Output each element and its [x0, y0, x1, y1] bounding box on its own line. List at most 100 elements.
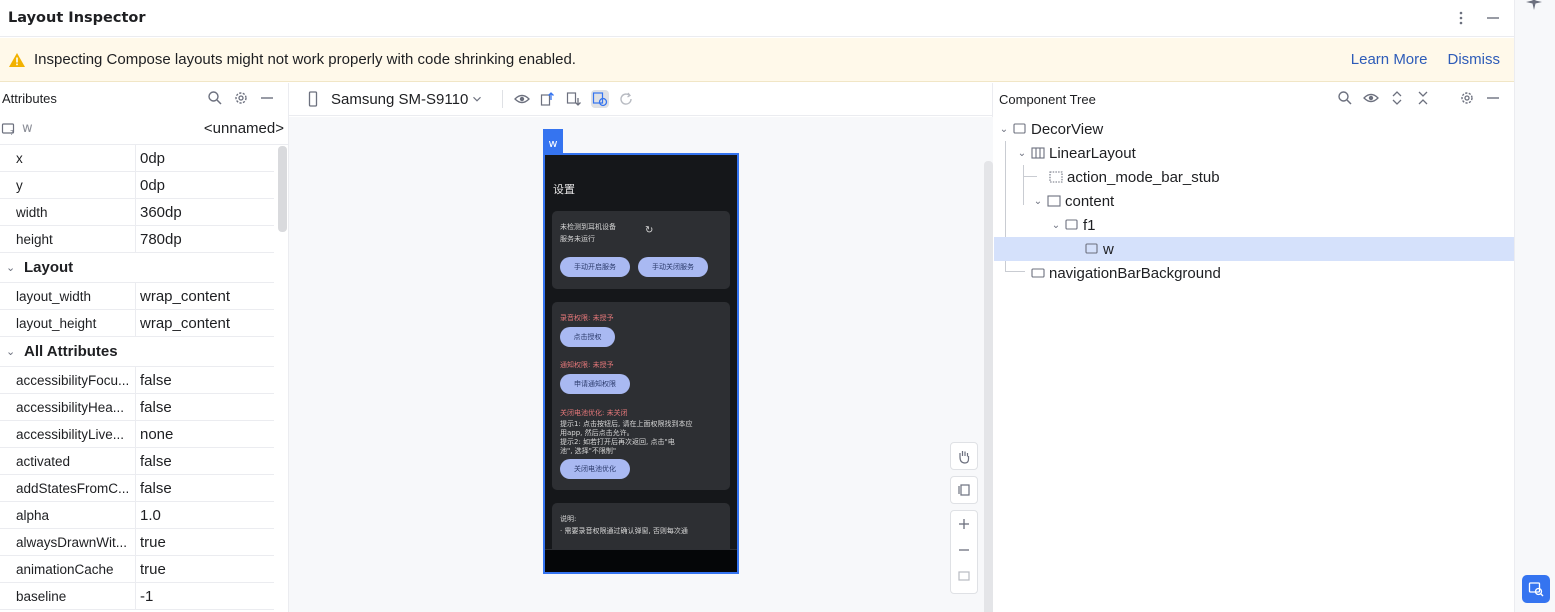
disable-battery-opt-button[interactable]: 关闭电池优化	[560, 459, 630, 479]
sparkle-icon[interactable]	[1526, 0, 1544, 12]
selected-view-name: w	[22, 121, 33, 136]
attr-row-layout-width[interactable]: layout_width wrap_content	[0, 283, 274, 310]
attributes-panel: Attributes ? w <unnamed> x 0dp y 0dp width…	[0, 83, 289, 612]
zoom-in-icon[interactable]	[951, 511, 977, 537]
refresh-icon[interactable]	[617, 90, 635, 108]
frame-layout-icon	[1046, 194, 1062, 208]
chevron-down-icon[interactable]: ⌄	[1016, 148, 1028, 159]
tree-node-content[interactable]: ⌄ content	[994, 189, 1514, 213]
attr-row[interactable]: accessibilityLive... none	[0, 421, 274, 448]
info-title: 说明:	[560, 515, 577, 523]
chevron-down-icon[interactable]: ⌄	[998, 124, 1010, 135]
right-tool-stripe	[1514, 0, 1555, 612]
window-title: Layout Inspector	[8, 10, 146, 26]
hand-icon[interactable]	[951, 443, 977, 469]
attr-row-width[interactable]: width 360dp	[0, 199, 274, 226]
grant-notify-button[interactable]: 申请通知权限	[560, 374, 630, 394]
phone-screen[interactable]: 设置 未检测到耳机设备 服务未运行 ↻ 手动开启服务 手动关闭服务 录音权限: …	[543, 153, 739, 574]
warning-icon	[9, 52, 25, 67]
headset-status: 未检测到耳机设备	[560, 223, 616, 231]
attributes-title: Attributes	[2, 90, 57, 106]
chevron-down-icon[interactable]	[470, 90, 484, 108]
search-icon[interactable]	[1336, 89, 1354, 107]
view-icon	[1030, 266, 1046, 280]
attr-row[interactable]: accessibilityHea... false	[0, 394, 274, 421]
eye-icon[interactable]	[1362, 89, 1380, 107]
view-icon	[1064, 218, 1080, 232]
toolbar-separator	[502, 90, 504, 108]
search-icon[interactable]	[206, 89, 224, 107]
load-snapshot-icon[interactable]	[565, 90, 583, 108]
tree-node-linearlayout[interactable]: ⌄ LinearLayout	[994, 141, 1514, 165]
device-selector[interactable]: Samsung SM-S9110	[331, 91, 468, 108]
selected-view-row: ? w <unnamed>	[0, 113, 288, 145]
export-snapshot-icon[interactable]	[539, 90, 557, 108]
fit-screen-icon[interactable]	[951, 563, 977, 589]
component-tree-panel: Component Tree ⌄ DecorView ⌄ LinearLayou…	[994, 83, 1514, 612]
zoom-controls	[950, 510, 978, 594]
collapse-all-icon[interactable]	[1414, 89, 1432, 107]
banner-message: Inspecting Compose layouts might not wor…	[34, 51, 576, 68]
gear-icon[interactable]	[232, 89, 250, 107]
eye-icon[interactable]	[513, 90, 531, 108]
expand-all-icon[interactable]	[1388, 89, 1406, 107]
live-updates-icon[interactable]	[591, 90, 610, 108]
attr-row[interactable]: accessibilityFocu... false	[0, 367, 274, 394]
app-content: 设置 未检测到耳机设备 服务未运行 ↻ 手动开启服务 手动关闭服务 录音权限: …	[545, 155, 737, 563]
toolbar-separator	[1440, 89, 1450, 107]
zoom-out-icon[interactable]	[951, 537, 977, 563]
layout-inspector-tool-icon[interactable]	[1522, 575, 1550, 603]
attr-row-layout-height[interactable]: layout_height wrap_content	[0, 310, 274, 337]
title-bar: Layout Inspector	[0, 0, 1514, 37]
minimize-icon[interactable]	[1484, 89, 1502, 107]
attr-row-height[interactable]: height 780dp	[0, 226, 274, 253]
attributes-list: x 0dp y 0dp width 360dp height 780dp ⌄ Layout…	[0, 145, 288, 610]
attr-row-y[interactable]: y 0dp	[0, 172, 274, 199]
notify-permission-status: 通知权限: 未授予	[560, 361, 614, 369]
stop-service-button[interactable]: 手动关闭服务	[638, 257, 708, 277]
attr-row[interactable]: activated false	[0, 448, 274, 475]
chevron-down-icon[interactable]: ⌄	[1032, 196, 1044, 207]
chevron-down-icon: ⌄	[6, 346, 16, 358]
linear-layout-icon	[1030, 146, 1046, 160]
device-view-panel: Samsung SM-S9110 w 设置 未检测到耳机设备 服务未运行 ↻ 手…	[289, 83, 993, 612]
minimize-icon[interactable]	[1484, 9, 1502, 27]
device-canvas[interactable]: w 设置 未检测到耳机设备 服务未运行 ↻ 手动开启服务 手动关闭服务 录音权限…	[289, 117, 993, 612]
view-icon: ?	[0, 120, 18, 138]
chevron-down-icon[interactable]: ⌄	[1050, 220, 1062, 231]
battery-opt-status: 关闭电池优化: 未关闭	[560, 409, 628, 417]
svg-text:?: ?	[10, 129, 14, 137]
tree-node-w[interactable]: w	[994, 237, 1514, 261]
start-service-button[interactable]: 手动开启服务	[560, 257, 630, 277]
info-line: · 需要录音权限通过确认弹窗, 否则每次通	[560, 527, 688, 535]
learn-more-link[interactable]: Learn More	[1351, 51, 1428, 68]
attributes-scrollbar[interactable]	[278, 146, 287, 232]
minimize-icon[interactable]	[258, 89, 276, 107]
phone-icon	[307, 90, 319, 108]
dismiss-link[interactable]: Dismiss	[1448, 51, 1501, 68]
view-icon	[1084, 242, 1100, 256]
tree-node-action-mode-bar-stub[interactable]: action_mode_bar_stub	[994, 165, 1514, 189]
tree-node-f1[interactable]: ⌄ f1	[994, 213, 1514, 237]
attr-row[interactable]: alpha 1.0	[0, 502, 274, 529]
layers-icon[interactable]	[951, 477, 977, 503]
navigation-bar	[545, 549, 737, 572]
attr-row[interactable]: addStatesFromC... false	[0, 475, 274, 502]
attr-row[interactable]: baseline -1	[0, 583, 274, 610]
status-card: 未检测到耳机设备 服务未运行 ↻ 手动开启服务 手动关闭服务	[552, 211, 730, 289]
canvas-scrollbar[interactable]	[984, 161, 993, 612]
more-options-icon[interactable]	[1452, 9, 1470, 27]
attr-row[interactable]: animationCache true	[0, 556, 274, 583]
permissions-card: 录音权限: 未授予 点击授权 通知权限: 未授予 申请通知权限 关闭电池优化: …	[552, 302, 730, 490]
gear-icon[interactable]	[1458, 89, 1476, 107]
layout-section-header[interactable]: ⌄ Layout	[0, 253, 274, 283]
selected-view-id: <unnamed>	[203, 120, 284, 137]
attr-row-x[interactable]: x 0dp	[0, 145, 274, 172]
view-tag: w	[543, 129, 563, 153]
tree-node-decorview[interactable]: ⌄ DecorView	[994, 117, 1514, 141]
tree-node-navigation-bar-background[interactable]: navigationBarBackground	[994, 261, 1514, 285]
device-toolbar: Samsung SM-S9110	[289, 83, 992, 116]
attr-row[interactable]: alwaysDrawnWit... true	[0, 529, 274, 556]
all-attributes-section-header[interactable]: ⌄ All Attributes	[0, 337, 274, 367]
grant-record-button[interactable]: 点击授权	[560, 327, 615, 347]
